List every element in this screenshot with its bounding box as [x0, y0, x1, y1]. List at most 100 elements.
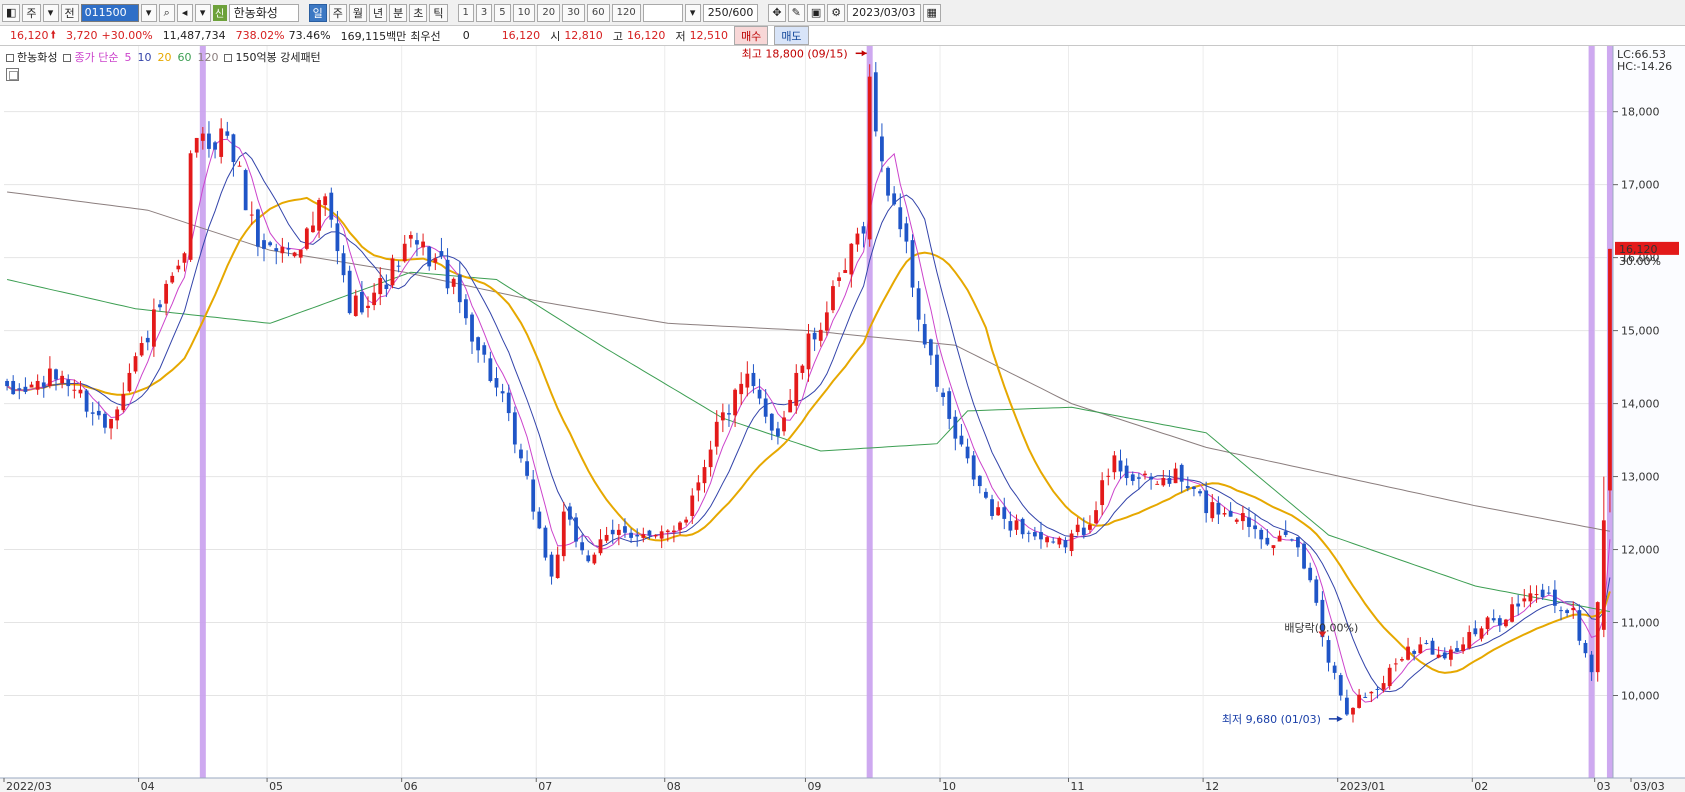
candle[interactable] [390, 254, 395, 289]
layout-icon[interactable]: ◧ [2, 3, 21, 22]
period-button-minute[interactable]: 분 [389, 3, 408, 22]
date-tick-label: 2022/03 [6, 780, 52, 792]
period-button-week[interactable]: 주 [328, 3, 347, 22]
price-tick-label: 18,000 [1621, 106, 1660, 119]
settings-icon[interactable] [6, 68, 19, 81]
change-percent: +30.00% [101, 29, 153, 42]
candle[interactable] [1577, 604, 1582, 646]
ask-price: 16,120 [501, 29, 541, 42]
date-axis: 2022/03 04 05 06 07 08 09 10 11 12 2023/01 02 03 03/0… [0, 777, 1685, 792]
price-change: 3,720 [66, 29, 98, 42]
code-dropdown-icon[interactable]: ▾ [140, 3, 157, 22]
hc-label: HC:-14.26 [1617, 60, 1672, 73]
price-tick-label: 13,000 [1621, 471, 1660, 484]
calendar-icon[interactable]: ▦ [922, 3, 941, 22]
price-tick-label: 11,000 [1621, 617, 1660, 630]
candle[interactable] [188, 150, 193, 263]
interval-button-30[interactable]: 30 [562, 3, 585, 22]
price-chart[interactable]: 최고 18,800 (09/15)최저 9,680 (01/03)배당락(0.0… [0, 46, 1685, 792]
period-button-tick[interactable]: 틱 [429, 3, 448, 22]
pattern-highlight-bar [199, 46, 206, 778]
candle[interactable] [347, 265, 352, 315]
date-tick-label: 08 [667, 780, 681, 792]
speaker-icon[interactable]: ◂ [176, 3, 193, 22]
interval-button-3[interactable]: 3 [475, 3, 493, 22]
period-button-day[interactable]: 일 [308, 3, 327, 22]
custom-interval-field[interactable] [642, 3, 683, 22]
interval-button-120[interactable]: 120 [611, 3, 641, 22]
candle[interactable] [304, 226, 309, 251]
interval-button-20[interactable]: 20 [537, 3, 561, 22]
candle[interactable] [1595, 601, 1600, 682]
turnover-rate: 73.46% [288, 29, 331, 42]
date-tick-label: 06 [404, 780, 418, 792]
crosshair-icon[interactable]: ✥ [768, 3, 786, 22]
search-icon[interactable]: ⌕ [158, 3, 175, 22]
buy-button[interactable]: 매수 [734, 26, 769, 45]
sell-button[interactable]: 매도 [774, 26, 809, 45]
stock-name-field[interactable]: 한농화성 [228, 3, 299, 22]
count-display[interactable]: 250/600 [702, 3, 759, 22]
candle[interactable] [243, 168, 248, 211]
date-tick-label: 07 [538, 780, 552, 792]
candle[interactable] [1302, 542, 1306, 570]
quote-bar: 16,120 🠙 3,720 +30.00% 11,487,734 738.02… [0, 26, 1685, 46]
price-tick-label: 17,000 [1621, 179, 1660, 192]
date-tick-label: 02 [1474, 780, 1488, 792]
tools-icon[interactable]: ✎ [787, 3, 805, 22]
candle[interactable] [1608, 248, 1612, 513]
legend-stock[interactable]: 한농화성 [6, 49, 57, 65]
priority-value: 0 [462, 29, 470, 42]
candle[interactable] [1314, 575, 1319, 606]
interval-button-5[interactable]: 5 [494, 3, 511, 22]
new-listing-badge: 신 [212, 4, 227, 21]
low-price: 12,510 [689, 29, 729, 42]
open-label: 시 [550, 29, 561, 43]
period-select[interactable]: 전 [60, 3, 79, 22]
gear-icon[interactable]: ⚙ [827, 3, 846, 22]
date-tick-label: 12 [1205, 780, 1219, 792]
date-tick-label: 09 [807, 780, 821, 792]
date-tick-label: 10 [942, 780, 956, 792]
stock-code-input[interactable]: 011500 [80, 3, 139, 22]
date-tick-label: 04 [141, 780, 155, 792]
date-tick-label: 05 [269, 780, 283, 792]
interval-button-1[interactable]: 1 [457, 3, 474, 22]
high-annotation: 최고 18,800 (09/15) [742, 47, 848, 60]
up-arrow-icon: 🠙 [50, 28, 57, 41]
low-label: 저 [675, 29, 686, 43]
last-pct-text: 30.00% [1619, 255, 1661, 268]
chart-toolbar: ◧ 주 ▾ 전 011500 ▾ ⌕ ◂ ▾ 신 한농화성 일 주 월 년 분 … [0, 0, 1685, 26]
candle[interactable] [1387, 664, 1392, 690]
market-select[interactable]: 주 [22, 3, 41, 22]
legend-ma20: 20 [157, 50, 172, 64]
period-button-second[interactable]: 초 [409, 3, 428, 22]
priority-label: 최우선 [410, 29, 441, 43]
legend-ma-type[interactable]: 종가 단순 [63, 49, 118, 65]
legend-ma120: 120 [197, 50, 219, 64]
high-label: 고 [612, 29, 623, 43]
trade-amount: 169,115백만 [340, 29, 407, 43]
period-button-year[interactable]: 년 [369, 3, 388, 22]
interval-button-60[interactable]: 60 [586, 3, 610, 22]
legend-ma5: 5 [124, 50, 132, 64]
date-tick-label: 2023/01 [1340, 780, 1386, 792]
high-price: 16,120 [626, 29, 666, 42]
interval-button-10[interactable]: 10 [512, 3, 536, 22]
chevron-down-icon[interactable]: ▾ [42, 3, 59, 22]
legend-pattern[interactable]: 150억봉 강세패턴 [224, 49, 321, 65]
price-tick-label: 15,000 [1621, 325, 1660, 338]
candle[interactable] [867, 64, 872, 247]
legend-ma10: 10 [137, 50, 152, 64]
history-dropdown-icon[interactable]: ▾ [194, 3, 211, 22]
legend-ma60: 60 [177, 50, 192, 64]
save-icon[interactable]: ▣ [806, 3, 826, 22]
date-tick-label: 11 [1071, 780, 1085, 792]
interval-dropdown-icon[interactable]: ▾ [684, 3, 701, 22]
period-button-month[interactable]: 월 [348, 3, 368, 22]
volume: 11,487,734 [162, 29, 226, 42]
candle[interactable] [873, 62, 878, 137]
date-field[interactable]: 2023/03/03 [847, 3, 921, 22]
candle[interactable] [543, 525, 548, 561]
price-tick-label: 12,000 [1621, 544, 1660, 557]
